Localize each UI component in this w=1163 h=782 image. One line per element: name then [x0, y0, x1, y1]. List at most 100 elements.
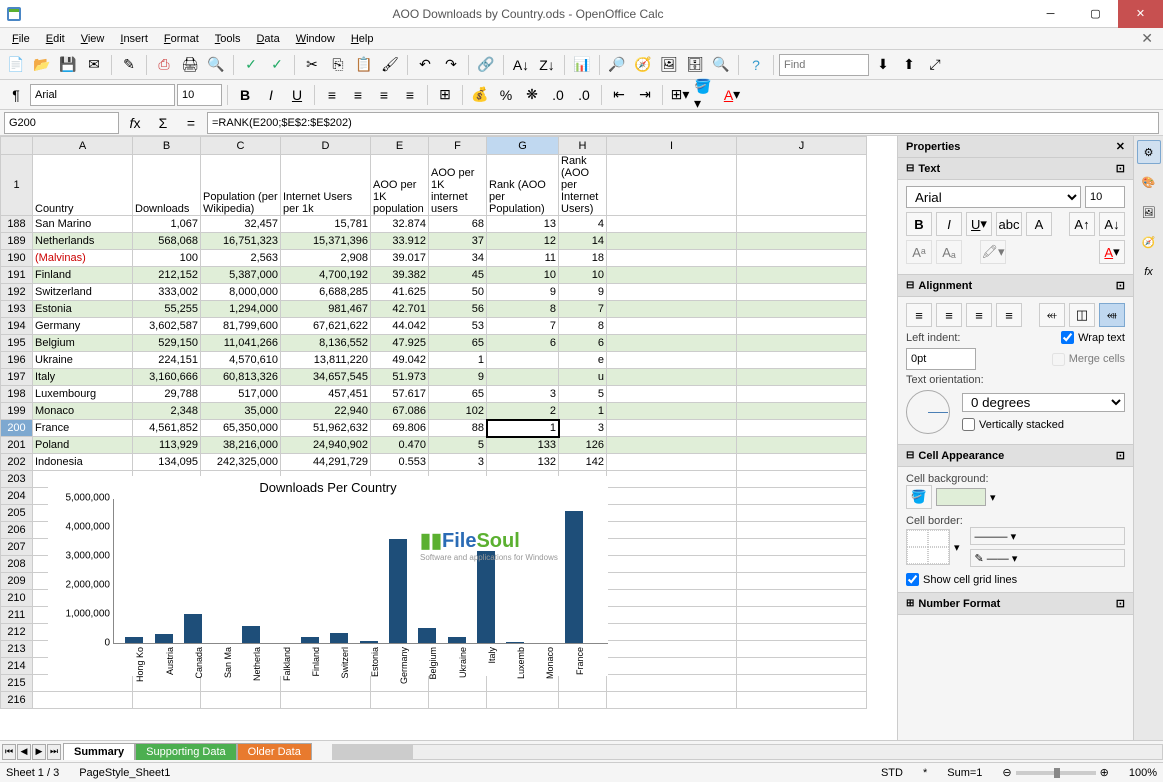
menu-data[interactable]: Data: [248, 31, 287, 47]
cell[interactable]: [607, 641, 737, 658]
cell[interactable]: 2,348: [133, 403, 201, 420]
row-header[interactable]: 190: [1, 250, 33, 267]
function-wizard-icon[interactable]: fx: [123, 111, 147, 135]
tab-nav-last-icon[interactable]: ⏭: [47, 744, 61, 760]
sheet-tab[interactable]: Supporting Data: [135, 743, 237, 760]
cell[interactable]: 67.086: [371, 403, 429, 420]
tab-nav-first-icon[interactable]: ⏮: [2, 744, 16, 760]
cell[interactable]: [737, 675, 867, 692]
cell[interactable]: [737, 420, 867, 437]
sidebar-sub-icon[interactable]: Aₐ: [936, 240, 962, 264]
cell[interactable]: 18: [559, 250, 607, 267]
cell[interactable]: 5: [429, 437, 487, 454]
sidebar-size-combo[interactable]: [1085, 186, 1125, 208]
percent-icon[interactable]: %: [494, 83, 518, 107]
cell[interactable]: 53: [429, 318, 487, 335]
cell[interactable]: u: [559, 369, 607, 386]
cell[interactable]: 3: [429, 454, 487, 471]
cell[interactable]: 8: [559, 318, 607, 335]
col-header[interactable]: I: [607, 137, 737, 155]
menu-view[interactable]: View: [73, 31, 113, 47]
cell[interactable]: [607, 420, 737, 437]
cell[interactable]: 81,799,600: [201, 318, 281, 335]
col-header[interactable]: D: [281, 137, 371, 155]
sort-asc-icon[interactable]: A↓: [509, 53, 533, 77]
formula-input[interactable]: [207, 112, 1159, 134]
sidebar-bold-icon[interactable]: B: [906, 212, 932, 236]
close-document-button[interactable]: ✕: [1135, 28, 1159, 49]
cell[interactable]: 0.553: [371, 454, 429, 471]
spellcheck-icon[interactable]: ✓: [239, 53, 263, 77]
cell[interactable]: 2: [487, 403, 559, 420]
cell[interactable]: 126: [559, 437, 607, 454]
cell[interactable]: [607, 318, 737, 335]
row-header[interactable]: 210: [1, 590, 33, 607]
cell[interactable]: 44,291,729: [281, 454, 371, 471]
menu-file[interactable]: File: [4, 31, 38, 47]
close-button[interactable]: ✕: [1118, 0, 1163, 28]
sidebar-font-combo[interactable]: Arial: [906, 186, 1081, 208]
maximize-button[interactable]: ▢: [1073, 0, 1118, 28]
cell[interactable]: Germany: [33, 318, 133, 335]
cell[interactable]: 102: [429, 403, 487, 420]
cell[interactable]: 16,751,323: [201, 233, 281, 250]
find-icon[interactable]: 🔎: [605, 53, 629, 77]
zoom-icon[interactable]: 🔍: [709, 53, 733, 77]
col-header[interactable]: G: [487, 137, 559, 155]
cell[interactable]: [737, 155, 867, 216]
sidebar-fontcolor-icon[interactable]: A▾: [1099, 240, 1125, 264]
col-header[interactable]: F: [429, 137, 487, 155]
row-header[interactable]: 193: [1, 301, 33, 318]
cell[interactable]: Country: [33, 155, 133, 216]
cell[interactable]: 11: [487, 250, 559, 267]
cell[interactable]: 50: [429, 284, 487, 301]
row-header[interactable]: 204: [1, 488, 33, 505]
cell[interactable]: 9: [487, 284, 559, 301]
hyperlink-icon[interactable]: 🔗: [474, 53, 498, 77]
cell[interactable]: [737, 335, 867, 352]
cell[interactable]: [737, 352, 867, 369]
cell[interactable]: 34: [429, 250, 487, 267]
cell[interactable]: [607, 369, 737, 386]
number-fmt-icon[interactable]: ❋: [520, 83, 544, 107]
cell[interactable]: [737, 692, 867, 709]
cell[interactable]: 224,151: [133, 352, 201, 369]
cell[interactable]: [737, 267, 867, 284]
row-header[interactable]: 197: [1, 369, 33, 386]
cell[interactable]: Poland: [33, 437, 133, 454]
cell[interactable]: 67,621,622: [281, 318, 371, 335]
row-header[interactable]: 208: [1, 556, 33, 573]
cell[interactable]: 13: [487, 216, 559, 233]
menu-edit[interactable]: Edit: [38, 31, 73, 47]
cell[interactable]: Rank (AOO per Internet Users): [559, 155, 607, 216]
cell[interactable]: 9: [559, 284, 607, 301]
row-header[interactable]: 203: [1, 471, 33, 488]
cell[interactable]: 68: [429, 216, 487, 233]
cell[interactable]: 33.912: [371, 233, 429, 250]
cell[interactable]: 15,781: [281, 216, 371, 233]
cell[interactable]: [737, 318, 867, 335]
border-color-combo[interactable]: ✎ —— ▾: [970, 549, 1125, 567]
sidebar-tab-styles-icon[interactable]: 🎨: [1137, 170, 1161, 194]
cell[interactable]: 8,000,000: [201, 284, 281, 301]
help-icon[interactable]: ?: [744, 53, 768, 77]
cell[interactable]: 32,457: [201, 216, 281, 233]
vstack-checkbox[interactable]: Vertically stacked: [962, 418, 1125, 431]
cell[interactable]: [607, 352, 737, 369]
bold-icon[interactable]: B: [233, 83, 257, 107]
menu-format[interactable]: Format: [156, 31, 207, 47]
cell[interactable]: 88: [429, 420, 487, 437]
cell[interactable]: [607, 267, 737, 284]
cell[interactable]: [737, 437, 867, 454]
cell[interactable]: 1: [559, 403, 607, 420]
cell[interactable]: San Marino: [33, 216, 133, 233]
gridlines-checkbox[interactable]: Show cell grid lines: [906, 573, 1125, 586]
align-right-icon[interactable]: ≡: [372, 83, 396, 107]
cell[interactable]: Belgium: [33, 335, 133, 352]
find-next-icon[interactable]: ⬇: [871, 53, 895, 77]
sidebar-shadow-icon[interactable]: A: [1026, 212, 1052, 236]
sidebar-underline-icon[interactable]: U▾: [966, 212, 992, 236]
cell[interactable]: [737, 216, 867, 233]
cell[interactable]: Monaco: [33, 403, 133, 420]
orientation-dial[interactable]: [906, 390, 950, 434]
